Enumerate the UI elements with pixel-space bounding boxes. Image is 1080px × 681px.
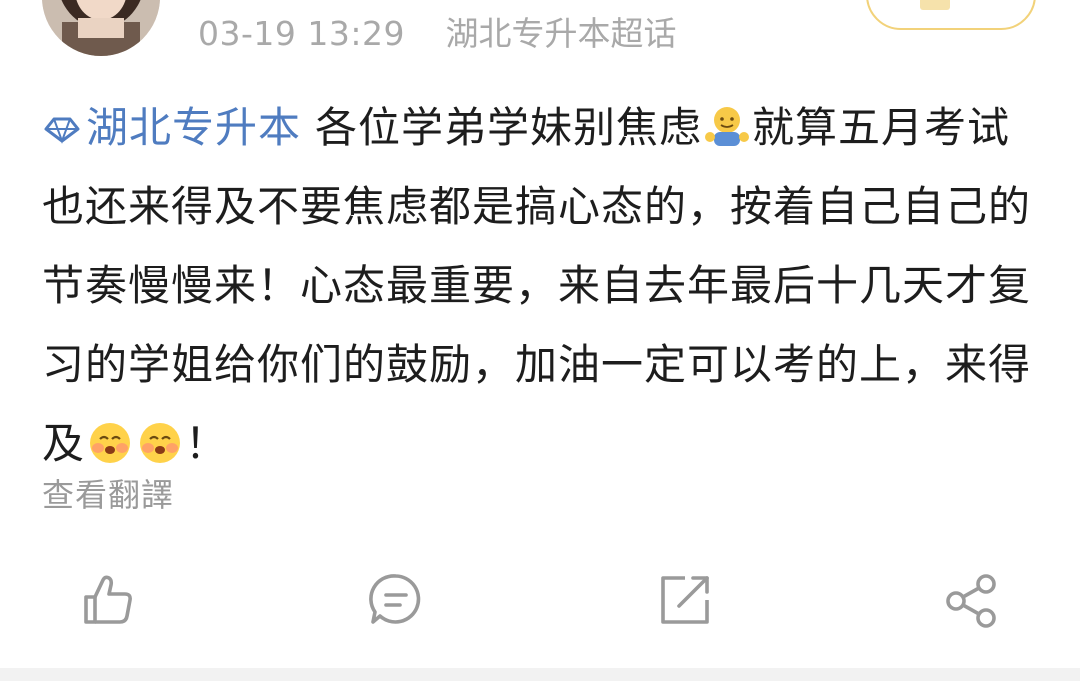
post-content: 湖北专升本 各位学弟学妹别焦虑 就算五月考试也还来得及不要焦虑都是搞心态的，按着自… <box>42 88 1032 483</box>
post-source-supertopic[interactable]: 湖北专升本超话 <box>445 14 676 53</box>
topic-label: 湖北专升本 <box>86 103 302 152</box>
post-text-part3: ！ <box>185 419 229 468</box>
repost-icon <box>661 576 709 624</box>
post-timestamp: 03-19 13:29 <box>198 14 405 53</box>
section-divider <box>0 668 1080 681</box>
follow-button[interactable] <box>866 0 1036 30</box>
blush-emoji-icon <box>90 423 131 463</box>
avatar-image <box>42 0 160 56</box>
post-text-part2: 就算五月考试也还来得及不要焦虑都是搞心态的，按着自己自己的节奏慢慢来！心态最重要… <box>42 103 1032 468</box>
comment-icon <box>369 574 421 624</box>
share-icon <box>946 574 996 628</box>
avatar[interactable] <box>42 0 160 56</box>
post-text-part1: 各位学弟学妹别焦虑 <box>315 103 703 152</box>
topic-link[interactable]: 湖北专升本 <box>42 103 301 152</box>
view-translation-link[interactable]: 查看翻譯 <box>42 470 174 516</box>
comment-button[interactable] <box>366 570 426 630</box>
like-icon <box>84 575 132 624</box>
share-button[interactable] <box>942 570 1002 630</box>
weibo-post-card: 03-19 13:29 湖北专升本超话 湖北专升本 各位学弟学妹别焦虑 就算五月考… <box>0 0 1080 681</box>
diamond-icon <box>44 117 80 144</box>
action-bar <box>0 560 1080 640</box>
hug-emoji-icon <box>705 107 750 146</box>
repost-button[interactable] <box>655 570 715 630</box>
like-button[interactable] <box>78 570 138 630</box>
blush-emoji-icon <box>140 423 181 463</box>
post-meta: 03-19 13:29 湖北专升本超话 <box>198 12 676 56</box>
plus-icon <box>920 0 950 10</box>
